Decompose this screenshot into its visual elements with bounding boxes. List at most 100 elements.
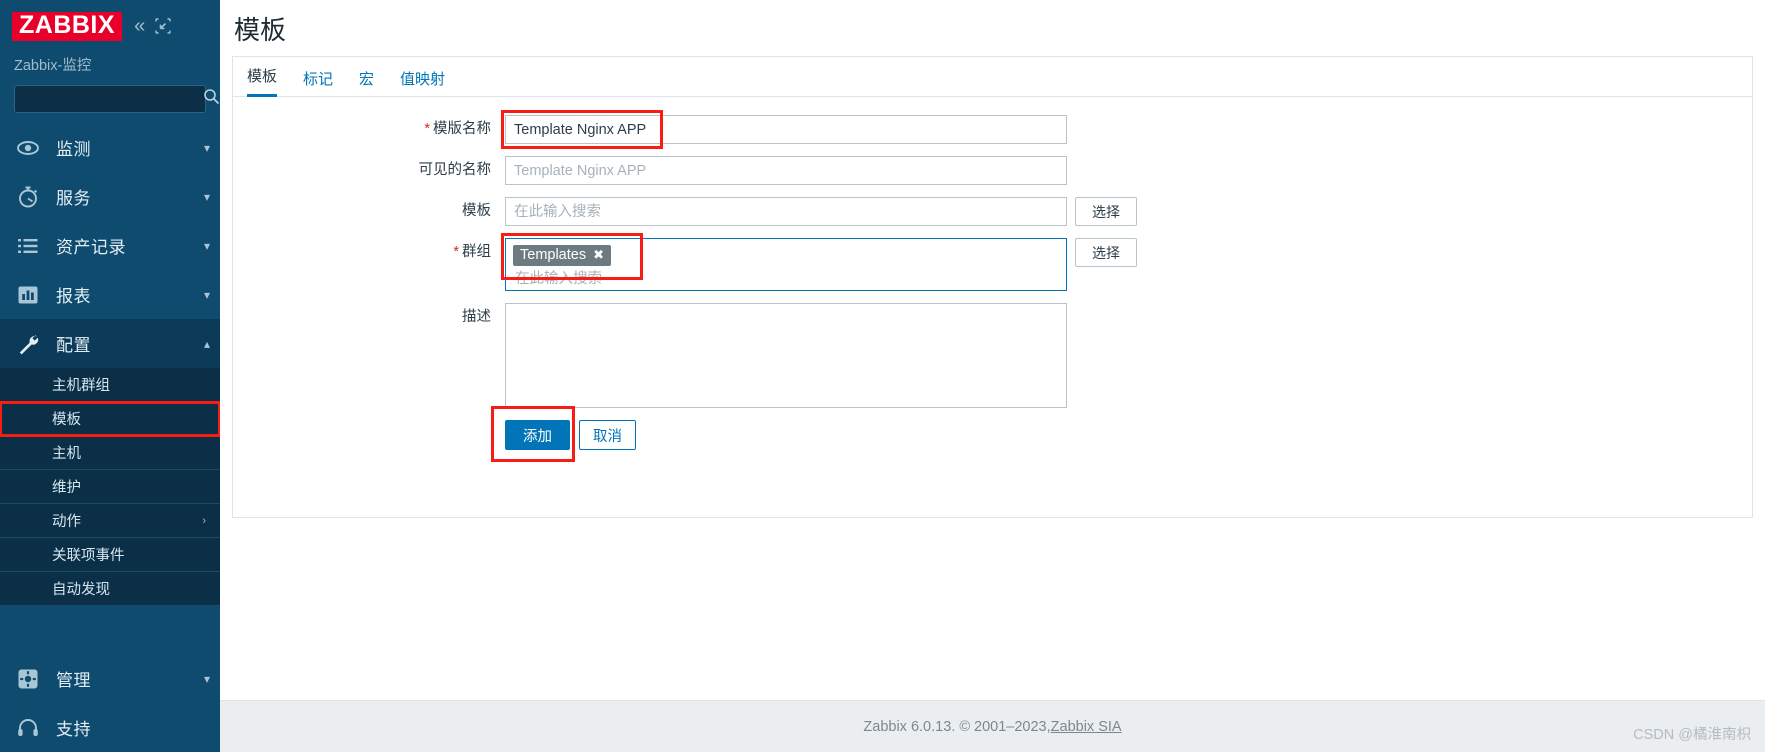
collapse-panel-icon[interactable] — [155, 18, 171, 34]
tab-tags[interactable]: 标记 — [303, 68, 333, 97]
sidebar-item-services[interactable]: 服务 ▾ — [0, 172, 220, 221]
stopwatch-icon — [16, 185, 46, 209]
sidebar-item-discovery[interactable]: 自动发现 — [0, 572, 220, 606]
chart-bar-icon — [16, 283, 46, 307]
add-button[interactable]: 添加 — [505, 420, 570, 450]
groups-select-button[interactable]: 选择 — [1075, 238, 1137, 267]
sidebar-item-label: 监测 — [56, 140, 91, 159]
sidebar-item-maintenance[interactable]: 维护 — [0, 470, 220, 504]
chevron-down-icon[interactable]: ▾ — [194, 190, 220, 204]
sidebar-item-label: 配置 — [56, 336, 91, 355]
label-template-name: * 模版名称 — [233, 115, 505, 143]
close-icon[interactable]: ✖ — [593, 247, 604, 263]
chevron-up-icon[interactable]: ▴ — [194, 337, 220, 351]
visible-name-input[interactable] — [505, 156, 1067, 185]
page-header: 模板 — [220, 0, 1765, 56]
field-visible-name — [505, 156, 1067, 185]
server-name: Zabbix-监控 — [14, 58, 92, 74]
chevron-down-icon[interactable]: ▾ — [194, 239, 220, 253]
form-row-visible-name: 可见的名称 — [233, 156, 1752, 185]
sidebar-search[interactable] — [14, 85, 220, 113]
tab-label: 模板 — [247, 68, 278, 85]
label-text: 描述 — [462, 309, 491, 325]
templates-select-button[interactable]: 选择 — [1075, 197, 1137, 226]
group-chip-templates[interactable]: Templates ✖ — [513, 245, 611, 266]
sidebar-bottom-nav: 管理 ▾ 支持 — [0, 654, 220, 752]
sidebar-item-inventory[interactable]: 资产记录 ▾ — [0, 221, 220, 270]
form-row-actions: 添加 取消 — [233, 406, 1752, 462]
field-template-name — [501, 110, 1067, 149]
wrench-icon — [16, 332, 46, 356]
form-row-description: 描述 — [233, 303, 1752, 408]
main-content: 模板 模板 标记 宏 值映射 * 模版名称 Template Nginx APP… — [220, 0, 1765, 752]
sidebar-item-configuration[interactable]: 配置 ▴ — [0, 319, 220, 368]
sidebar-item-label: 管理 — [56, 671, 91, 690]
label-text: 模板 — [462, 203, 491, 219]
form-row-template-name: * 模版名称 — [233, 110, 1752, 149]
sidebar-item-label: 服务 — [56, 189, 91, 208]
chip-label: Templates — [520, 247, 587, 263]
chevron-down-icon[interactable]: ▾ — [194, 288, 220, 302]
label-description: 描述 — [233, 303, 505, 331]
page-title: 模板 — [234, 14, 287, 45]
label-visible-name: 可见的名称 — [233, 156, 505, 184]
cancel-button[interactable]: 取消 — [579, 420, 636, 450]
gear-icon — [16, 667, 46, 691]
list-icon — [16, 234, 46, 258]
search-icon[interactable] — [203, 88, 220, 110]
tab-template[interactable]: 模板 — [247, 65, 278, 97]
form-tabs: 模板 标记 宏 值映射 — [233, 57, 1752, 97]
search-input[interactable] — [23, 90, 203, 108]
template-form-card: 模板 标记 宏 值映射 * 模版名称 Template Nginx APP 可见… — [232, 56, 1753, 518]
groups-search-placeholder: 在此输入搜索 — [515, 271, 602, 287]
label-text: 可见的名称 — [418, 162, 492, 178]
zabbix-logo[interactable]: ZABBIX — [12, 11, 123, 41]
chevron-right-icon: › — [202, 514, 206, 527]
form-row-groups: * 群组 Templates ✖ 在此输入搜索 选择 — [233, 233, 1752, 291]
sidebar-subitem-label: 维护 — [52, 480, 81, 496]
field-templates: 选择 — [505, 197, 1137, 226]
chevron-down-icon[interactable]: ▾ — [194, 141, 220, 155]
watermark: CSDN @橘淮南枳 — [1633, 727, 1751, 743]
sidebar-item-label: 报表 — [56, 287, 91, 306]
sidebar-subitem-label: 关联项事件 — [52, 548, 125, 564]
description-textarea[interactable] — [505, 303, 1067, 408]
label-text: 模版名称 — [433, 121, 491, 137]
sidebar-item-label: 支持 — [56, 720, 91, 739]
label-text: 群组 — [462, 244, 491, 260]
sidebar-item-monitoring[interactable]: 监测 ▾ — [0, 123, 220, 172]
sidebar-item-label: 资产记录 — [56, 238, 126, 257]
tab-macros[interactable]: 宏 — [359, 68, 374, 97]
required-marker: * — [453, 244, 459, 260]
sidebar-item-event-correlation[interactable]: 关联项事件 — [0, 538, 220, 572]
tab-label: 宏 — [359, 71, 375, 88]
sidebar-item-hosts[interactable]: 主机 — [0, 436, 220, 470]
sidebar-header: ZABBIX « — [0, 0, 220, 52]
template-name-input[interactable] — [505, 115, 1067, 144]
sidebar-item-templates[interactable]: 模板 — [0, 401, 220, 437]
sidebar-item-administration[interactable]: 管理 ▾ — [0, 654, 220, 703]
sidebar-subitem-label: 主机群组 — [52, 378, 110, 394]
field-groups: Templates ✖ 在此输入搜索 选择 — [501, 233, 1137, 291]
sidebar-subitem-label: 模板 — [52, 412, 81, 428]
sidebar-subitem-label: 自动发现 — [52, 582, 110, 598]
sidebar-item-actions[interactable]: 动作 › — [0, 504, 220, 538]
content-wrapper: 模板 标记 宏 值映射 * 模版名称 Template Nginx APP 可见… — [220, 56, 1765, 700]
tab-value-mapping[interactable]: 值映射 — [400, 68, 445, 97]
form-row-templates: 模板 选择 — [233, 197, 1752, 226]
templates-input[interactable] — [505, 197, 1067, 226]
groups-multiselect[interactable]: Templates ✖ 在此输入搜索 — [505, 238, 1067, 291]
label-templates: 模板 — [233, 197, 505, 225]
sidebar-item-host-groups[interactable]: 主机群组 — [0, 368, 220, 402]
form-actions: 添加 取消 — [491, 406, 636, 462]
tab-label: 标记 — [303, 71, 334, 88]
sidebar-item-reports[interactable]: 报表 ▾ — [0, 270, 220, 319]
field-description — [505, 303, 1067, 408]
double-chevron-left-icon[interactable]: « — [134, 16, 145, 36]
chevron-down-icon[interactable]: ▾ — [194, 672, 220, 686]
sidebar-subitem-label: 主机 — [52, 446, 81, 462]
footer-link-zabbix-sia[interactable]: Zabbix SIA — [1051, 719, 1122, 735]
sidebar: ZABBIX « Zabbix-监控 监测 ▾ 服务 ▾ 资产记录 ▾ 报表 ▾… — [0, 0, 220, 752]
eye-icon — [16, 136, 46, 160]
sidebar-item-support[interactable]: 支持 — [0, 703, 220, 752]
